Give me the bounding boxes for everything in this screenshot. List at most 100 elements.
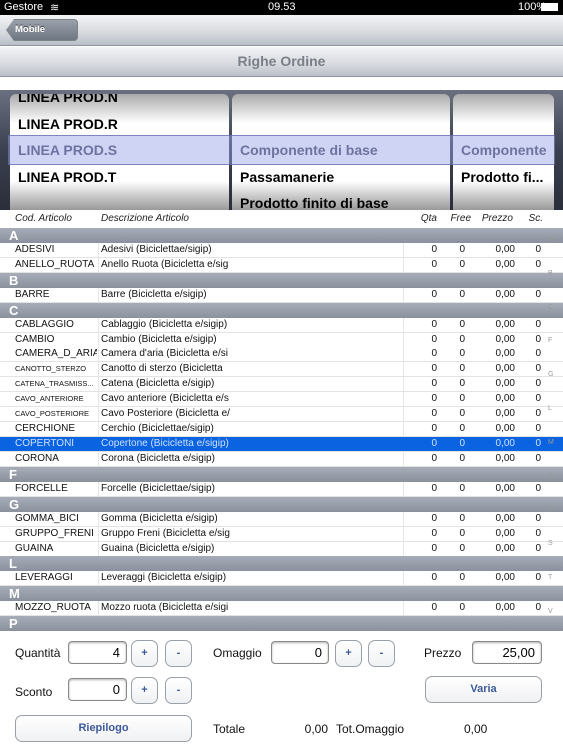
table-row[interactable]: FORCELLE Forcelle (Biciclettae/sigip) 0 0 0,… xyxy=(0,481,563,497)
index-letter[interactable]: P xyxy=(548,473,553,480)
column-divider xyxy=(98,407,99,423)
cell-code: CAVO_ANTERIORE xyxy=(15,394,84,404)
picker-item[interactable]: Prodotto fi... xyxy=(461,164,543,190)
discount-label: Sconto xyxy=(15,685,53,699)
cell-desc: Mozzo ruota (Bicicletta e/sigi xyxy=(101,602,229,614)
cell-free: 0 xyxy=(459,378,465,390)
column-divider xyxy=(403,451,404,467)
price-input[interactable]: 25,00 xyxy=(472,641,542,664)
cell-price: 0,00 xyxy=(495,512,515,524)
table-row[interactable]: BARRE Barre (Bicicletta e/sigip) 0 0 0,00 0 xyxy=(0,287,563,303)
picker-wheel-line[interactable]: LINEA PROD.N LINEA PROD.R LINEA PROD.S LINE… xyxy=(10,94,229,210)
table-row[interactable]: LEVERAGGI Leveraggi (Bicicletta e/sigip) 0… xyxy=(0,571,563,587)
picker-item[interactable]: Passamanerie xyxy=(240,164,334,190)
cell-free: 0 xyxy=(459,423,465,435)
discount-minus-button[interactable]: - xyxy=(165,677,192,704)
varia-button[interactable]: Varia xyxy=(425,676,542,703)
cell-free: 0 xyxy=(459,527,465,539)
picker-item[interactable]: Prodotto finito di base xyxy=(240,190,389,210)
table-row[interactable]: GUAINA Guaina (Bicicletta e/sigip) 0 0 0,00 0 xyxy=(0,541,563,557)
cell-price: 0,00 xyxy=(495,348,515,360)
quantity-input[interactable]: 4 xyxy=(68,641,127,664)
picker-item[interactable]: Componente di base xyxy=(240,137,378,163)
index-letter[interactable]: M xyxy=(548,439,554,446)
cell-code: BARRE xyxy=(15,288,50,300)
riepilogo-button[interactable]: Riepilogo xyxy=(15,715,192,742)
picker-item[interactable]: LINEA PROD.T xyxy=(18,164,116,190)
total-omaggio-label: Tot.Omaggio xyxy=(336,722,405,736)
table-row[interactable]: CABLAGGIO Cablaggio (Bicicletta e/sigip) 0… xyxy=(0,317,563,333)
cell-desc: Forcelle (Biciclettae/sigip) xyxy=(101,482,215,494)
index-letter[interactable]: R xyxy=(548,506,553,513)
cell-free: 0 xyxy=(459,602,465,614)
table-row[interactable]: CANOTTO_STERZO Canotto di sterzo (Bicicle… xyxy=(0,362,563,378)
table-row[interactable]: CERCHIONE Cerchio (Biciclettae/sigip) 0 0 0,… xyxy=(0,422,563,438)
cell-code: CERCHIONE xyxy=(15,423,76,435)
index-letter[interactable]: V xyxy=(548,608,553,615)
discount-input[interactable]: 0 xyxy=(68,678,127,701)
index-letter[interactable]: G xyxy=(548,371,553,378)
category-picker[interactable]: LINEA PROD.N LINEA PROD.R LINEA PROD.S LINE… xyxy=(0,90,563,210)
total-omaggio-value: 0,00 xyxy=(464,722,488,736)
omaggio-input[interactable]: 0 xyxy=(271,641,329,664)
cell-code: FORCELLE xyxy=(15,482,68,494)
quantity-plus-button[interactable]: + xyxy=(131,640,158,667)
index-letter[interactable]: C xyxy=(548,304,553,311)
cell-qta: 0 xyxy=(431,378,437,390)
index-letter[interactable]: A xyxy=(548,236,553,243)
table-row[interactable]: ANELLO_RUOTA Anello Ruota (Bicicletta e/s… xyxy=(0,257,563,273)
section-header: C xyxy=(0,302,563,318)
index-letter[interactable]: B xyxy=(548,270,553,277)
omaggio-minus-button[interactable]: - xyxy=(368,640,395,667)
cell-free: 0 xyxy=(459,512,465,524)
picker-item[interactable]: LINEA PROD.N xyxy=(18,94,118,110)
table-row[interactable]: MOZZO_RUOTA Mozzo ruota (Bicicletta e/sig… xyxy=(0,601,563,617)
cell-code: GRUPPO_FRENI xyxy=(15,527,94,539)
total-label: Totale xyxy=(213,722,246,736)
header-sc: Sc. xyxy=(528,213,543,224)
cell-sc: 0 xyxy=(535,482,541,494)
articles-table[interactable]: A ADESIVI Adesivi (Biciclettae/sigip) 0 0 0,0… xyxy=(0,228,563,631)
table-row[interactable]: GRUPPO_FRENI Gruppo Freni (Bicicletta e/s… xyxy=(0,526,563,542)
picker-item[interactable]: Componente xyxy=(461,137,547,163)
table-row[interactable]: CAVO_ANTERIORE Cavo anteriore (Bicicletta… xyxy=(0,392,563,408)
table-row[interactable]: GOMMA_BICI Gomma (Bicicletta e/sigip) 0 0 0,… xyxy=(0,511,563,527)
column-divider xyxy=(403,601,404,617)
column-divider xyxy=(98,287,99,303)
index-letter[interactable]: S xyxy=(548,540,553,547)
cell-qta: 0 xyxy=(431,243,437,255)
picker-item[interactable]: LINEA PROD.S xyxy=(18,137,117,163)
picker-wheel-category[interactable]: Componente di base Passamanerie Prodotto f… xyxy=(232,94,450,210)
table-row[interactable]: COPERTONI Copertone (Bicicletta e/sigip) 0… xyxy=(0,437,563,453)
cell-free: 0 xyxy=(459,438,465,450)
picker-item[interactable]: LINEA PROD.R xyxy=(18,111,118,137)
picker-wheel-type[interactable]: Componente Prodotto fi... xyxy=(453,94,554,210)
cell-sc: 0 xyxy=(535,378,541,390)
back-button[interactable]: Mobile Orders xyxy=(6,19,78,41)
column-divider xyxy=(403,257,404,273)
cell-free: 0 xyxy=(459,318,465,330)
column-divider xyxy=(98,317,99,333)
table-row[interactable]: CAMBIO Cambio (Bicicletta e/sigip) 0 0 0,00 0 xyxy=(0,332,563,348)
column-divider xyxy=(403,287,404,303)
section-index[interactable]: A B C F G L M P R S T V xyxy=(544,228,560,631)
cell-desc: Guaina (Bicicletta e/sigip) xyxy=(101,542,215,554)
cell-qta: 0 xyxy=(431,602,437,614)
index-letter[interactable]: T xyxy=(548,574,552,581)
omaggio-plus-button[interactable]: + xyxy=(335,640,362,667)
cell-sc: 0 xyxy=(535,542,541,554)
discount-plus-button[interactable]: + xyxy=(131,677,158,704)
table-row[interactable]: ADESIVI Adesivi (Biciclettae/sigip) 0 0 0,00… xyxy=(0,242,563,258)
table-row[interactable]: CORONA Corona (Bicicletta e/sigip) 0 0 0,00 0 xyxy=(0,451,563,467)
cell-qta: 0 xyxy=(431,348,437,360)
omaggio-label: Omaggio xyxy=(213,646,262,660)
cell-price: 0,00 xyxy=(495,243,515,255)
table-row[interactable]: CAVO_POSTERIORE Cavo Posteriore (Biciclet… xyxy=(0,407,563,423)
column-divider xyxy=(98,481,99,497)
table-row[interactable]: CAMERA_D_ARIA Camera d'aria (Bicicletta e… xyxy=(0,347,563,363)
table-row[interactable]: CATENA_TRASMISS... Catena (Bicicletta e/s… xyxy=(0,377,563,393)
quantity-minus-button[interactable]: - xyxy=(165,640,192,667)
index-letter[interactable]: F xyxy=(548,337,552,344)
cell-qta: 0 xyxy=(431,527,437,539)
index-letter[interactable]: L xyxy=(548,405,552,412)
